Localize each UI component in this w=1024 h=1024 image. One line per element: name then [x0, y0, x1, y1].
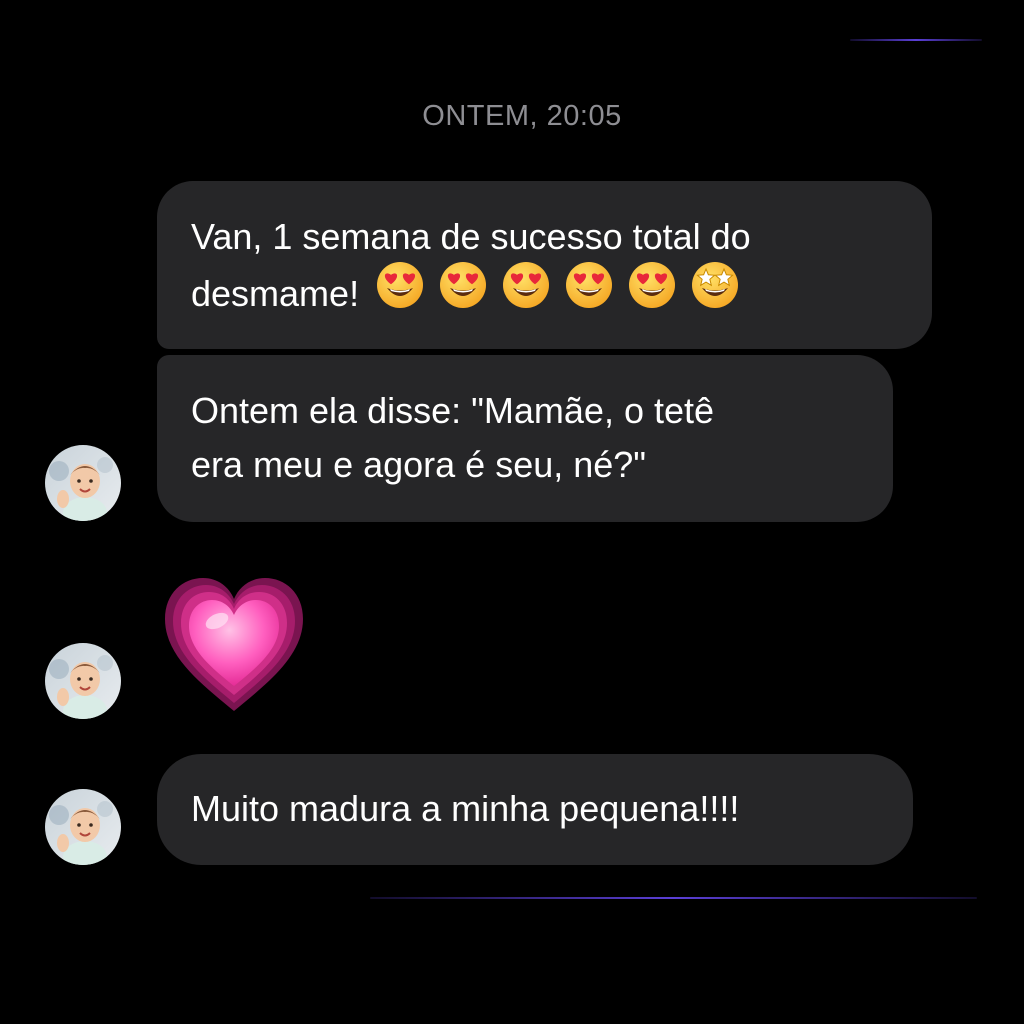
message-timestamp: ONTEM, 20:05 [422, 100, 622, 132]
message-text-line: Ontem ela disse: "Mamãe, o tetê [191, 390, 715, 431]
message-text-line: era meu e agora é seu, né?" [191, 444, 647, 485]
growing-heart-emoji[interactable] [163, 575, 305, 713]
message-text-line: desmame! [191, 273, 360, 315]
emoji-row [375, 260, 753, 325]
star-struck-emoji [692, 262, 739, 308]
sender-avatar[interactable] [45, 789, 121, 865]
baby-photo-avatar [45, 789, 121, 865]
heart-eyes-emoji [629, 262, 676, 308]
heart-eyes-emoji [503, 262, 550, 308]
baby-photo-avatar [45, 643, 121, 719]
heart-eyes-emoji [440, 262, 487, 308]
message-text-line: Muito madura a minha pequena!!!! [191, 788, 740, 829]
heart-eyes-emoji [566, 262, 613, 308]
heart-eyes-emoji [377, 262, 424, 308]
top-accent-line [850, 39, 982, 41]
baby-photo-avatar [45, 445, 121, 521]
message-bubble-3[interactable]: Muito madura a minha pequena!!!! [157, 754, 913, 865]
bottom-accent-line [370, 897, 977, 899]
sender-avatar[interactable] [45, 643, 121, 719]
message-bubble-1[interactable]: Van, 1 semana de sucesso total do desmam… [157, 181, 932, 349]
sender-avatar[interactable] [45, 445, 121, 521]
message-text-line: Van, 1 semana de sucesso total do [191, 216, 751, 257]
message-bubble-2[interactable]: Ontem ela disse: "Mamãe, o tetê era meu … [157, 355, 893, 522]
